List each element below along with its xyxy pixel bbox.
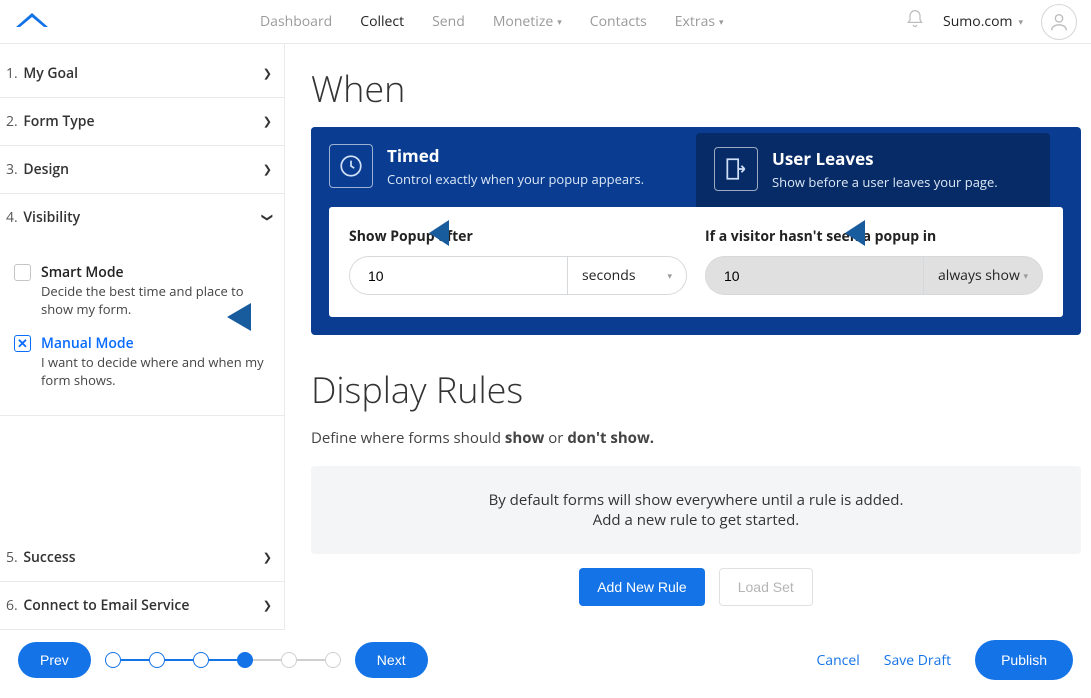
rules-desc: Define where forms should show or don't … (311, 428, 1081, 448)
publish-button[interactable]: Publish (975, 640, 1073, 680)
content-area: When Timed Control exactly when your pop… (285, 44, 1091, 630)
cancel-link[interactable]: Cancel (816, 651, 859, 670)
rules-title: Display Rules (311, 365, 1081, 414)
progress-steps (105, 652, 341, 668)
top-nav: Dashboard Collect Send Monetize▾ Contact… (260, 12, 724, 31)
nav-extras[interactable]: Extras▾ (675, 12, 724, 31)
nav-monetize[interactable]: Monetize▾ (493, 12, 562, 31)
prev-button[interactable]: Prev (18, 642, 91, 678)
clock-icon (329, 144, 373, 188)
smart-mode-title: Smart Mode (41, 263, 266, 282)
manual-mode-desc: I want to decide where and when my form … (41, 353, 266, 389)
rules-empty-box: By default forms will show everywhere un… (311, 466, 1081, 554)
progress-dot[interactable] (193, 652, 209, 668)
annotation-arrow-icon (845, 214, 913, 252)
tab-user-leaves[interactable]: User Leaves Show before a user leaves yo… (696, 133, 1050, 207)
chevron-down-icon: ▾ (1018, 15, 1023, 28)
show-after-input[interactable] (349, 256, 567, 295)
chevron-right-icon: ❯ (263, 598, 272, 613)
field-show-after: Show Popup after seconds ▾ (349, 227, 687, 295)
progress-dot[interactable] (149, 652, 165, 668)
progress-dot[interactable] (281, 652, 297, 668)
progress-dot[interactable] (325, 652, 341, 668)
chevron-down-icon: ▾ (667, 269, 672, 282)
next-button[interactable]: Next (355, 642, 428, 678)
nav-contacts[interactable]: Contacts (590, 12, 647, 31)
step-design[interactable]: 3. Design ❯ (0, 146, 284, 194)
checkbox-icon[interactable]: ✕ (14, 335, 31, 352)
logo-icon (14, 7, 50, 36)
nav-send[interactable]: Send (432, 12, 465, 31)
account-dropdown[interactable]: Sumo.com ▾ (943, 12, 1023, 31)
topbar: Dashboard Collect Send Monetize▾ Contact… (0, 0, 1091, 44)
progress-dot-active[interactable] (237, 652, 253, 668)
exit-icon (714, 147, 758, 191)
step-connect-email[interactable]: 6. Connect to Email Service ❯ (0, 582, 284, 630)
add-rule-button[interactable]: Add New Rule (579, 568, 705, 606)
sidebar: 1. My Goal ❯ 2. Form Type ❯ 3. Design ❯ … (0, 44, 285, 630)
chevron-down-icon: ▾ (557, 15, 562, 28)
chevron-down-icon: ❯ (260, 213, 275, 222)
chevron-right-icon: ❯ (263, 66, 272, 81)
chevron-down-icon: ▾ (1023, 269, 1028, 282)
annotation-arrow-icon (227, 297, 307, 337)
nav-collect[interactable]: Collect (360, 12, 404, 31)
chevron-right-icon: ❯ (263, 162, 272, 177)
show-after-unit-select[interactable]: seconds ▾ (567, 256, 687, 295)
step-visibility[interactable]: 4. Visibility ❯ (0, 194, 284, 241)
step-success[interactable]: 5. Success ❯ (0, 534, 284, 582)
load-set-button[interactable]: Load Set (719, 568, 813, 606)
nav-dashboard[interactable]: Dashboard (260, 12, 332, 31)
account-label: Sumo.com (943, 12, 1012, 31)
chevron-right-icon: ❯ (263, 114, 272, 129)
tab-timed[interactable]: Timed Control exactly when your popup ap… (311, 127, 696, 207)
display-rules-section: Display Rules Define where forms should … (311, 365, 1081, 606)
annotation-arrow-icon (429, 214, 497, 252)
checkbox-icon[interactable] (14, 264, 31, 281)
step-my-goal[interactable]: 1. My Goal ❯ (0, 50, 284, 98)
save-draft-link[interactable]: Save Draft (884, 651, 951, 670)
chevron-down-icon: ▾ (719, 15, 724, 28)
chevron-right-icon: ❯ (263, 550, 272, 565)
when-title: When (311, 64, 1081, 113)
x-icon: ✕ (17, 337, 28, 350)
progress-dot[interactable] (105, 652, 121, 668)
bell-icon[interactable] (905, 9, 925, 34)
not-seen-unit-select[interactable]: always show ▾ (923, 256, 1043, 295)
avatar[interactable] (1041, 4, 1077, 40)
when-card: Timed Control exactly when your popup ap… (311, 127, 1081, 335)
step-form-type[interactable]: 2. Form Type ❯ (0, 98, 284, 146)
bottom-bar: Prev Next Cancel Save Draft Publish (0, 636, 1091, 698)
not-seen-input[interactable] (705, 256, 923, 295)
